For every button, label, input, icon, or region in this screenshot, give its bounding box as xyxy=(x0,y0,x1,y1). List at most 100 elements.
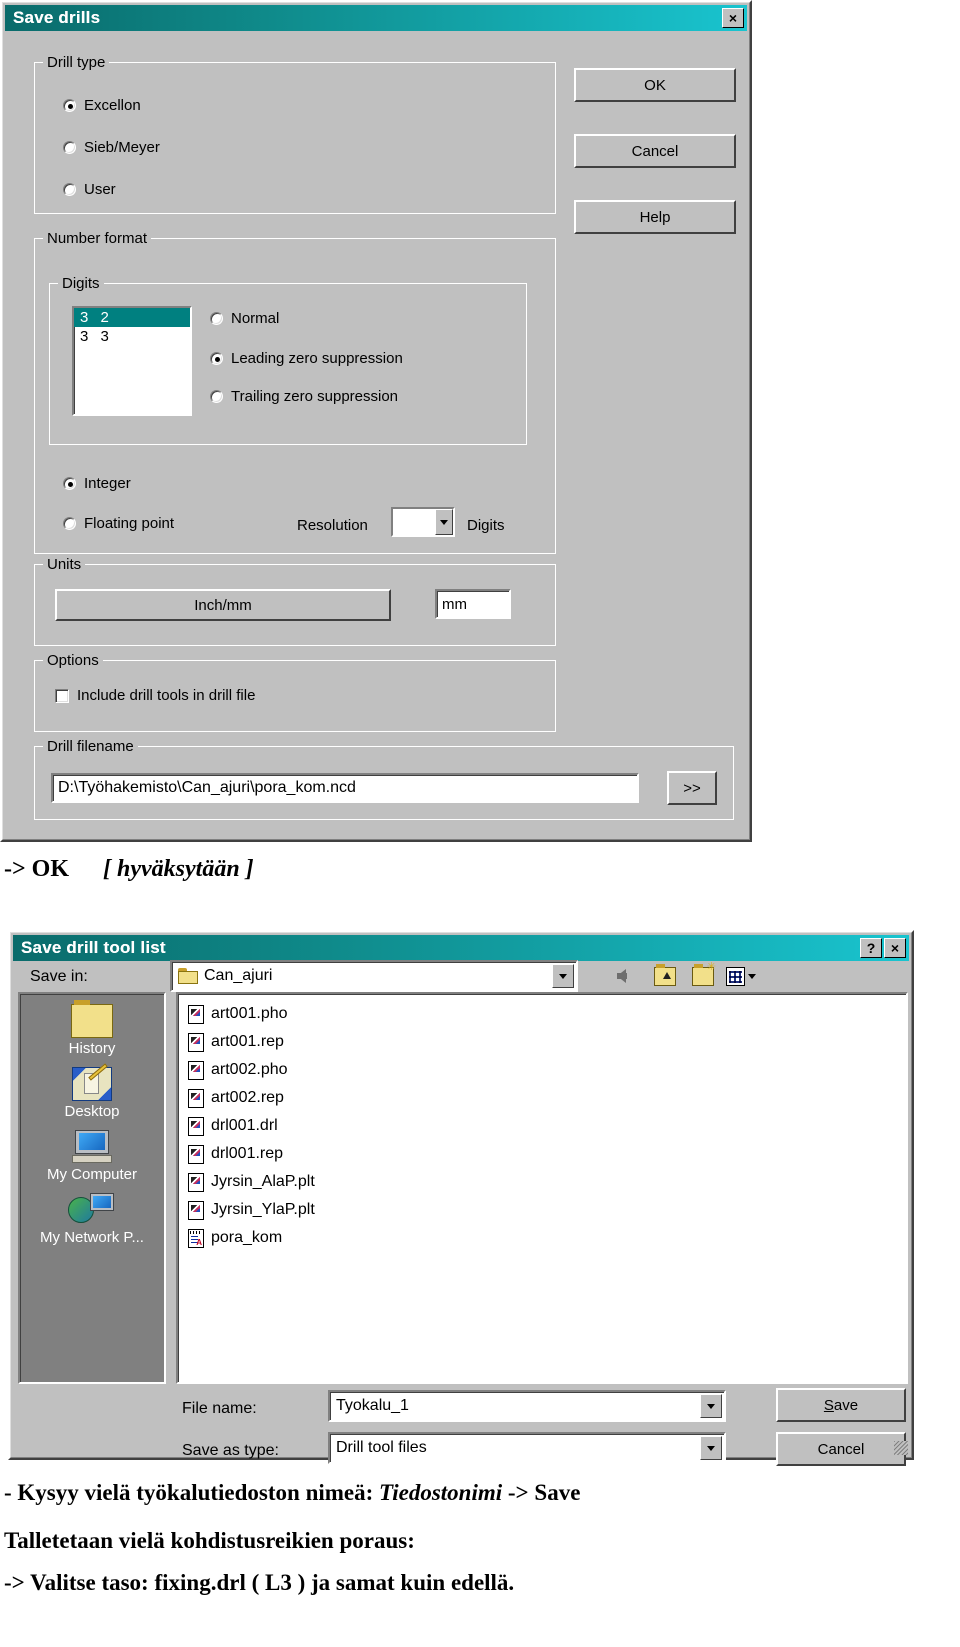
radio-indicator-icon xyxy=(210,312,223,325)
file-name: drl001.drl xyxy=(211,1117,278,1134)
list-item[interactable]: art002.pho xyxy=(182,1056,902,1084)
chevron-down-icon[interactable] xyxy=(435,509,453,535)
drill-type-legend: Drill type xyxy=(43,54,110,71)
radio-label: Floating point xyxy=(84,515,175,532)
resize-grip[interactable] xyxy=(894,1441,908,1455)
close-icon[interactable]: × xyxy=(722,8,744,28)
create-new-folder-icon[interactable] xyxy=(688,960,718,990)
file-name: art002.rep xyxy=(211,1089,284,1106)
radio-label: Normal xyxy=(231,310,280,327)
radio-indicator-icon xyxy=(63,477,76,490)
save-in-value: Can_ajuri xyxy=(204,967,273,984)
resolution-label: Resolution xyxy=(297,517,368,534)
radio-zero-normal[interactable]: Normal xyxy=(210,310,279,327)
ok-button[interactable]: OK xyxy=(574,68,736,102)
file-name: art001.rep xyxy=(211,1033,284,1050)
list-item[interactable]: drl001.drl xyxy=(182,1112,902,1140)
generic-file-icon xyxy=(188,1144,204,1164)
file-name: Jyrsin_AlaP.plt xyxy=(211,1173,315,1190)
digits-groupbox: Digits 3 2 3 3 Normal Leading zero suppr… xyxy=(49,275,527,445)
file-name-label: File name: xyxy=(182,1400,257,1418)
place-item-desktop[interactable]: Desktop xyxy=(20,1063,164,1120)
resolution-value[interactable] xyxy=(393,509,435,535)
radio-value-type-floating-point[interactable]: Floating point xyxy=(63,515,174,532)
generic-file-icon xyxy=(188,1004,204,1024)
digits-list-item[interactable]: 3 2 xyxy=(74,308,190,327)
list-item[interactable]: drl001.rep xyxy=(182,1140,902,1168)
generic-file-icon xyxy=(188,1200,204,1220)
generic-file-icon xyxy=(188,1088,204,1108)
radio-label: Excellon xyxy=(84,97,141,114)
list-item[interactable]: pora_kom xyxy=(182,1224,902,1252)
file-list[interactable]: art001.pho art001.rep art002.pho art002.… xyxy=(176,992,908,1384)
file-name: pora_kom xyxy=(211,1229,283,1246)
save-drills-dialog: Save drills × Drill type Excellon Sieb/M… xyxy=(0,0,752,842)
chevron-down-icon[interactable] xyxy=(700,1394,722,1418)
checkbox-include-drill-tools[interactable]: Include drill tools in drill file xyxy=(55,687,255,704)
cancel-button[interactable]: Cancel xyxy=(776,1432,906,1466)
units-value-field[interactable]: mm xyxy=(435,589,511,619)
drill-filename-legend: Drill filename xyxy=(43,738,138,755)
place-label: My Network P... xyxy=(40,1229,144,1246)
close-icon[interactable]: × xyxy=(884,938,906,958)
place-item-my-network-places[interactable]: My Network P... xyxy=(20,1193,164,1246)
save-drill-tool-list-dialog: Save drill tool list ? × Save in: Can_aj… xyxy=(8,930,914,1466)
units-legend: Units xyxy=(43,556,86,573)
number-format-legend: Number format xyxy=(43,230,152,247)
browse-button[interactable]: >> xyxy=(667,771,717,805)
inch-mm-toggle-button[interactable]: Inch/mm xyxy=(55,589,391,621)
save-as-type-value: Drill tool files xyxy=(336,1439,427,1456)
radio-drill-type-user[interactable]: User xyxy=(63,181,116,198)
save-button[interactable]: Save xyxy=(776,1388,906,1422)
up-one-level-icon[interactable] xyxy=(650,962,680,990)
place-item-history[interactable]: History xyxy=(20,1000,164,1057)
list-item[interactable]: art001.rep xyxy=(182,1028,902,1056)
save-as-type-combobox[interactable]: Drill tool files xyxy=(328,1432,726,1464)
footer-line-1-a: - Kysyy vielä työkalutiedoston nimeä: xyxy=(4,1480,380,1505)
radio-indicator-icon xyxy=(210,352,223,365)
radio-value-type-integer[interactable]: Integer xyxy=(63,475,131,492)
resolution-combobox[interactable] xyxy=(391,507,455,537)
radio-indicator-icon xyxy=(210,390,223,403)
radio-zero-leading-suppression[interactable]: Leading zero suppression xyxy=(210,350,403,367)
radio-indicator-icon xyxy=(63,141,76,154)
folder-icon xyxy=(178,968,198,984)
place-label: History xyxy=(68,1040,116,1057)
list-item[interactable]: art001.pho xyxy=(182,1000,902,1028)
file-name-combobox[interactable]: Tyokalu_1 xyxy=(328,1390,726,1422)
list-item[interactable]: art002.rep xyxy=(182,1084,902,1112)
radio-label: Sieb/Meyer xyxy=(84,139,160,156)
list-item[interactable]: Jyrsin_AlaP.plt xyxy=(182,1168,902,1196)
chevron-down-icon[interactable] xyxy=(700,1436,722,1460)
place-item-my-computer[interactable]: My Computer xyxy=(20,1130,164,1183)
digits-listbox[interactable]: 3 2 3 3 xyxy=(72,306,192,416)
views-menu-icon[interactable] xyxy=(726,962,756,990)
drill-type-groupbox: Drill type Excellon Sieb/Meyer User xyxy=(34,54,556,214)
radio-drill-type-siebmeyer[interactable]: Sieb/Meyer xyxy=(63,139,160,156)
help-icon[interactable]: ? xyxy=(860,938,882,958)
back-arrow-icon[interactable] xyxy=(606,962,636,990)
list-item[interactable]: Jyrsin_YlaP.plt xyxy=(182,1196,902,1224)
drill-filename-input[interactable]: D:\Työhakemisto\Can_ajuri\pora_kom.ncd xyxy=(51,773,639,803)
checkbox-indicator-icon xyxy=(55,688,69,703)
file-name: Jyrsin_YlaP.plt xyxy=(211,1201,315,1218)
radio-indicator-icon xyxy=(63,517,76,530)
save-as-type-label-text: Save as type: xyxy=(182,1442,279,1459)
cancel-button[interactable]: Cancel xyxy=(574,134,736,168)
number-format-groupbox: Number format Digits 3 2 3 3 Normal Lead… xyxy=(34,230,556,554)
save-drills-titlebar: Save drills × xyxy=(5,5,747,31)
options-legend: Options xyxy=(43,652,103,669)
step-note-prefix: -> OK xyxy=(4,856,70,882)
file-name-value[interactable]: Tyokalu_1 xyxy=(336,1397,409,1415)
digits-legend: Digits xyxy=(58,275,104,292)
radio-zero-trailing-suppression[interactable]: Trailing zero suppression xyxy=(210,388,398,405)
save-in-combobox[interactable]: Can_ajuri xyxy=(170,960,578,992)
step-note-bracket: [ hyväksytään ] xyxy=(103,856,254,882)
radio-drill-type-excellon[interactable]: Excellon xyxy=(63,97,141,114)
generic-file-icon xyxy=(188,1116,204,1136)
save-in-label: Save in: xyxy=(30,968,88,985)
tool-list-title: Save drill tool list xyxy=(21,938,166,957)
help-button[interactable]: Help xyxy=(574,200,736,234)
chevron-down-icon[interactable] xyxy=(552,964,574,988)
digits-list-item[interactable]: 3 3 xyxy=(74,327,190,346)
